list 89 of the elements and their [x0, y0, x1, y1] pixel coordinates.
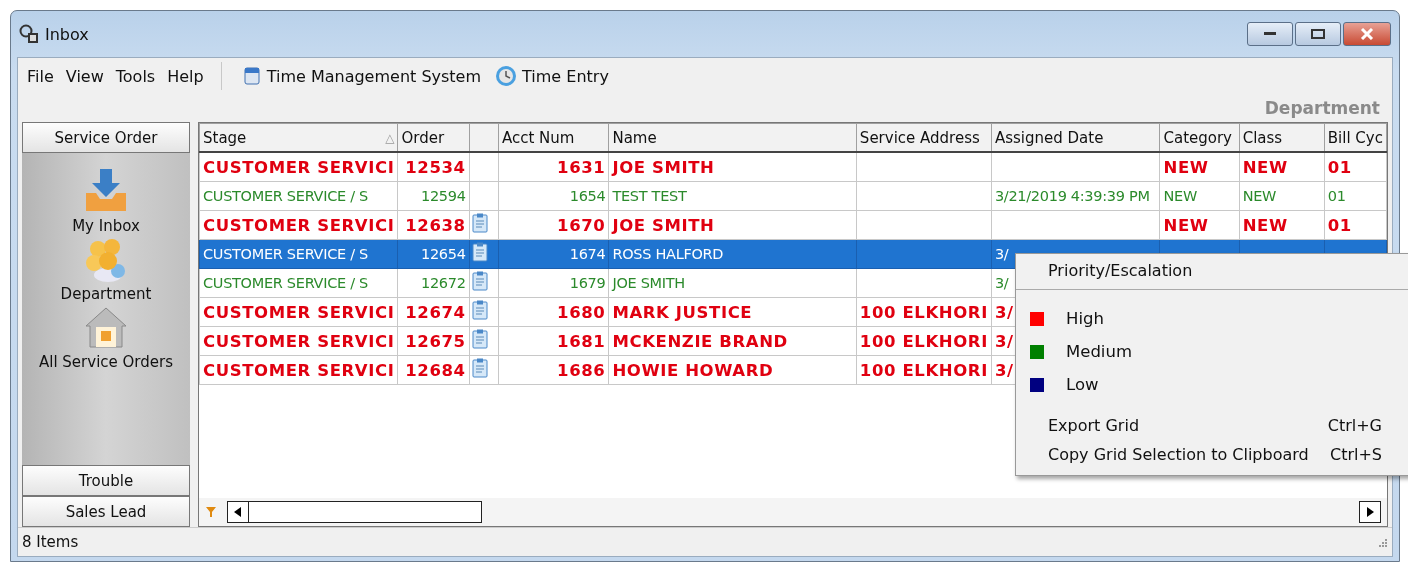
table-cell: NEW [1239, 210, 1325, 240]
table-cell: 1681 [498, 326, 609, 356]
table-cell: 100 ELKHORI [856, 355, 992, 385]
table-cell: 12674 [397, 297, 470, 327]
table-cell: NEW [1239, 181, 1325, 211]
table-cell: 1674 [498, 239, 609, 269]
column-header[interactable]: Category [1159, 123, 1240, 152]
table-cell: 100 ELKHORI [856, 297, 992, 327]
table-cell: CUSTOMER SERVICI [199, 210, 398, 240]
table-cell: 12654 [397, 239, 470, 269]
table-cell: MCKENZIE BRAND [608, 326, 857, 356]
menu-item[interactable]: File [22, 64, 59, 88]
window-title: Inbox [45, 24, 89, 44]
status-text: 8 Items [22, 533, 79, 551]
table-cell: 1670 [498, 210, 609, 240]
table-row[interactable]: CUSTOMER SERVICI 12638 1670 JOE SMITH NEW NEW 01 [199, 210, 1387, 240]
table-cell: 1654 [498, 181, 609, 211]
nav-section-button[interactable]: Trouble [22, 465, 190, 496]
right-arrow-icon[interactable] [1366, 507, 1374, 517]
app-logo-icon [19, 24, 39, 44]
table-cell: JOE SMITH [608, 152, 857, 182]
table-cell: NEW [1159, 210, 1240, 240]
minimize-icon [1264, 32, 1276, 36]
table-cell: 1686 [498, 355, 609, 385]
nav-item[interactable]: All Service Orders [37, 305, 175, 371]
column-header[interactable]: Bill Cyc [1324, 123, 1387, 152]
table-cell: CUSTOMER SERVICI [199, 326, 398, 356]
nav-item[interactable]: My Inbox [70, 167, 142, 235]
table-cell: CUSTOMER SERVICI [199, 355, 398, 385]
table-cell: 12594 [397, 181, 470, 211]
menu-item[interactable]: View [60, 64, 109, 88]
table-cell: 12672 [397, 268, 470, 298]
column-header[interactable]: Order [397, 123, 470, 152]
column-header[interactable]: Class [1239, 123, 1325, 152]
table-cell: CUSTOMER SERVICI [199, 297, 398, 327]
menu-item[interactable]: Copy Grid Selection to Clipboard Ctrl+S [1016, 440, 1408, 469]
table-cell: 01 [1324, 210, 1387, 240]
table-cell: NEW [1239, 152, 1325, 182]
column-header[interactable]: Service Address [856, 123, 992, 152]
table-cell: NEW [1159, 181, 1240, 211]
table-cell: MARK JUSTICE [608, 297, 857, 327]
table-cell: 100 ELKHORI [856, 326, 992, 356]
table-cell: 12675 [397, 326, 470, 356]
table-cell: 1631 [498, 152, 609, 182]
close-icon [1360, 28, 1374, 40]
table-cell: JOE SMITH [608, 210, 857, 240]
close-button[interactable] [1343, 22, 1391, 46]
clock-icon [495, 65, 518, 87]
table-cell: CUSTOMER SERVICE / S [199, 181, 398, 211]
maximize-button[interactable] [1295, 22, 1341, 46]
menu-item[interactable]: Export Grid Ctrl+G [1016, 411, 1408, 440]
table-row[interactable]: CUSTOMER SERVICE / S 12594 1654 TEST TEST 3/21/2019 4:39:39 PM NEW NEW 01 [199, 181, 1387, 211]
resize-grip-icon[interactable] [1376, 536, 1388, 548]
table-cell: 01 [1324, 181, 1387, 211]
table-cell: JOE SMITH [608, 268, 857, 298]
table-cell: 01 [1324, 152, 1387, 182]
nav-section-button[interactable]: Service Order [22, 122, 190, 153]
column-header[interactable]: Acct Num [498, 123, 609, 152]
column-header[interactable]: Name [608, 123, 857, 152]
table-cell: HOWIE HOWARD [608, 355, 857, 385]
column-header[interactable] [469, 123, 499, 152]
column-header[interactable]: Stage △ [199, 123, 398, 152]
house-icon [83, 305, 129, 351]
nav-section-button[interactable]: Sales Lead [22, 496, 190, 527]
minimize-button[interactable] [1247, 22, 1293, 46]
calendar-icon [241, 66, 262, 86]
table-cell: 12684 [397, 355, 470, 385]
table-cell: 12534 [397, 152, 470, 182]
menu-item[interactable]: Help [162, 64, 209, 88]
table-cell: CUSTOMER SERVICE / S [199, 268, 398, 298]
maximize-icon [1311, 29, 1325, 39]
table-cell: ROSS HALFORD [608, 239, 857, 269]
table-cell: NEW [1159, 152, 1240, 182]
table-cell: CUSTOMER SERVICE / S [199, 239, 398, 269]
table-cell: CUSTOMER SERVICI [199, 152, 398, 182]
table-row[interactable]: CUSTOMER SERVICI 12534 1631 JOE SMITH NEW NEW 01 [199, 152, 1387, 182]
view-title: Department [1264, 98, 1380, 118]
table-cell: TEST TEST [608, 181, 857, 211]
menu-item[interactable]: Tools [110, 64, 161, 88]
toolbar-button[interactable]: Time Entry [489, 63, 615, 89]
table-cell: 3/21/2019 4:39:39 PM [991, 181, 1160, 211]
table-cell: 1679 [498, 268, 609, 298]
column-header[interactable]: Assigned Date [991, 123, 1160, 152]
table-cell: 12638 [397, 210, 470, 240]
table-cell: 1680 [498, 297, 609, 327]
left-arrow-icon[interactable] [234, 507, 242, 517]
horizontal-scrollbar[interactable] [227, 501, 1381, 523]
nav-item[interactable]: Department [58, 237, 154, 303]
toolbar-button[interactable]: Time Management System [235, 64, 488, 88]
